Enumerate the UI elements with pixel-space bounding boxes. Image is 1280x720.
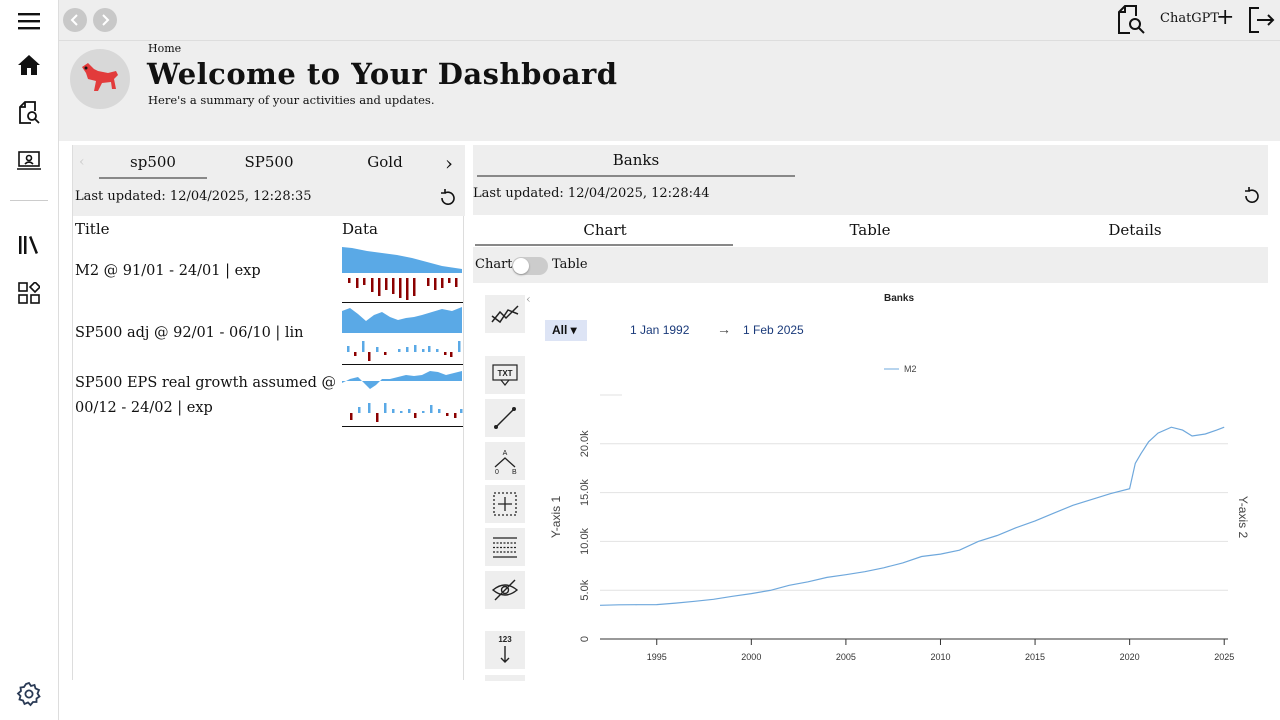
x-tick-label: 2010 [930,652,950,662]
x-tick-label: 1995 [647,652,667,662]
active-subtab-indicator [475,244,733,246]
eye-off-icon [491,579,519,601]
more-tools[interactable] [485,675,525,681]
view-tabs: Chart Table Details [473,215,1268,247]
last-updated: Last updated: 12/04/2025, 12:28:44 [473,186,710,201]
sparkline-sp500-eps [342,371,463,427]
sparkline-m2 [342,247,463,303]
trendline-tool[interactable] [485,399,525,437]
hide-tool[interactable] [485,571,525,609]
home-icon[interactable] [14,50,44,80]
y-tick-label: 15.0k [579,479,591,506]
chatgpt-label[interactable]: ChatGPT [1160,11,1219,26]
measure-tool[interactable]: A 0 B [485,442,525,480]
gridlines-tool[interactable] [485,528,525,566]
y-axis-label: Y-axis 1 [549,496,563,539]
settings-icon[interactable] [14,679,44,709]
sort-tool[interactable]: 123 [485,631,525,669]
tabs-next-icon[interactable]: › [445,151,453,175]
chart-type-tool[interactable] [485,295,525,333]
row-title[interactable]: M2 @ 91/01 - 24/01 | exp [75,259,337,284]
document-search-icon[interactable] [14,98,44,128]
sort-numeric-icon: 123 [498,635,512,663]
svg-text:A: A [503,450,508,457]
column-header-title: Title [75,220,110,238]
document-search-icon[interactable] [1116,4,1146,40]
y-tick-label: 20.0k [579,430,591,457]
legend-label[interactable]: M2 [904,364,917,374]
forward-button[interactable] [93,8,117,32]
crosshair-icon [493,492,517,516]
tab-sp500-lower[interactable]: sp500 [99,153,207,171]
dog-logo-icon [82,63,118,91]
x-tick-label: 2025 [1214,652,1234,662]
add-icon[interactable]: + [1216,5,1234,30]
y-tick-label: 5.0k [579,579,591,600]
collapse-toolbar-icon[interactable]: ‹ [526,292,531,306]
series-line-m2 [599,426,1225,606]
chart-panel-header: Banks Last updated: 12/04/2025, 12:28:44 [473,145,1268,215]
row-title[interactable]: SP500 adj @ 92/01 - 06/10 | lin [75,321,337,346]
view-toggle-switch[interactable] [512,257,548,275]
menu-icon[interactable] [14,6,44,36]
refresh-icon[interactable] [1242,186,1262,210]
svg-text:0: 0 [495,469,499,475]
tab-details[interactable]: Details [1005,221,1265,239]
line-chart[interactable]: Banks M2 Y-axis 1 Y-axis 2 0 5.0k 10.0k 15.… [533,285,1268,680]
sidebar [0,0,59,720]
sparkline-sp500-adj [342,307,463,365]
toggle-label-table: Table [552,257,588,272]
refresh-icon[interactable] [438,188,458,212]
tabs-prev-icon[interactable]: ‹ [79,154,85,170]
gridlines-icon [493,537,517,558]
toggle-knob [513,258,529,274]
page-title: Welcome to Your Dashboard [147,57,618,91]
svg-text:123: 123 [498,635,512,644]
crosshair-tool[interactable] [485,485,525,523]
avatar [70,49,130,109]
trendline-icon [494,407,516,429]
presentation-icon[interactable] [14,146,44,176]
y-axis2-label: Y-axis 2 [1236,496,1250,539]
x-tick-label: 2005 [836,652,856,662]
y-tick-label: 10.0k [579,527,591,554]
logout-icon[interactable] [1247,5,1275,39]
chart-lines-icon [491,305,519,324]
text-icon: TXT [492,364,518,386]
sidebar-divider [10,200,48,201]
tab-chart[interactable]: Chart [475,221,735,239]
view-toggle-bar: Chart Table [473,247,1268,283]
x-tick-label: 2015 [1025,652,1045,662]
svg-text:TXT: TXT [497,369,512,378]
last-updated: Last updated: 12/04/2025, 12:28:35 [73,183,465,216]
apps-icon[interactable] [14,278,44,308]
tab-gold[interactable]: Gold [335,153,435,171]
active-tab-indicator [477,175,795,177]
svg-text:B: B [512,469,517,475]
chart-panel: Banks Last updated: 12/04/2025, 12:28:44… [473,145,1268,681]
back-button[interactable] [63,8,87,32]
angle-icon: A 0 B [494,450,517,475]
page-header: Home Welcome to Your Dashboard Here's a … [59,41,1280,141]
top-bar: ChatGPT + [59,0,1280,41]
tab-banks[interactable]: Banks [477,151,795,169]
row-title[interactable]: SP500 EPS real growth assumed @ 00/12 - … [75,371,337,421]
chart-title: Banks [884,293,914,304]
breadcrumb[interactable]: Home [148,42,181,55]
x-tick-label: 2000 [741,652,761,662]
x-tick-label: 2020 [1120,652,1140,662]
toggle-label-chart: Chart [475,257,513,272]
watchlist-panel: ‹ sp500 SP500 Gold › Last updated: 12/04… [72,145,465,680]
library-icon[interactable] [14,230,44,260]
watchlist-tabs: ‹ sp500 SP500 Gold › [73,145,465,183]
text-tool[interactable]: TXT [485,356,525,394]
y-tick-label: 0 [579,636,591,642]
tab-sp500[interactable]: SP500 [219,153,319,171]
active-tab-indicator [99,177,207,179]
page-subtitle: Here's a summary of your activities and … [148,93,435,107]
column-header-data: Data [342,220,378,238]
tab-table[interactable]: Table [740,221,1000,239]
